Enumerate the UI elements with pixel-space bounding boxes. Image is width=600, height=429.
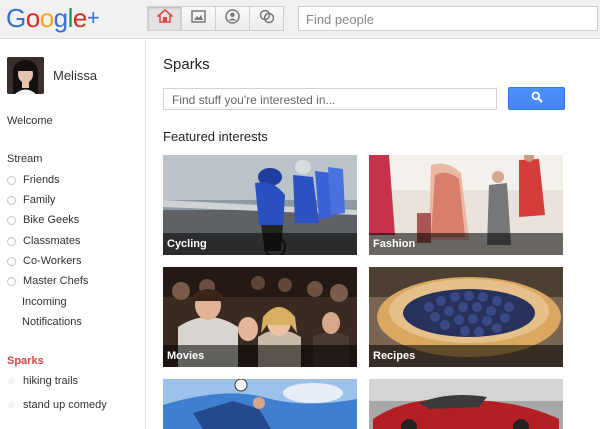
sparks-search-placeholder: Find stuff you're interested in... <box>172 93 336 107</box>
interest-tile-fashion[interactable]: Fashion <box>369 155 563 255</box>
main-content: Sparks Find stuff you're interested in..… <box>147 40 600 429</box>
sparks-search-button[interactable] <box>508 87 565 110</box>
user-name[interactable]: Melissa <box>53 68 97 83</box>
circle-icon <box>7 236 16 246</box>
circle-icon <box>7 215 16 225</box>
spark-stand-up-comedy[interactable]: ☆ stand up comedy <box>7 399 107 411</box>
circle-icon <box>7 195 16 205</box>
spark-label: stand up comedy <box>23 399 107 411</box>
interest-tile-movies[interactable]: Movies <box>163 267 357 367</box>
circle-label: Family <box>23 194 56 206</box>
photos-nav-button[interactable] <box>181 6 216 31</box>
incoming-link[interactable]: Incoming <box>22 296 67 308</box>
page-title: Sparks <box>163 56 210 73</box>
find-people-placeholder: Find people <box>306 12 374 27</box>
stream-link[interactable]: Stream <box>7 153 42 165</box>
circle-icon <box>7 276 16 286</box>
tile-label: Movies <box>163 345 357 367</box>
spark-hiking-trails[interactable]: ☆ hiking trails <box>7 375 78 387</box>
circle-label: Bike Geeks <box>23 214 80 226</box>
sparks-link[interactable]: Sparks <box>7 355 44 367</box>
profile-nav-button[interactable] <box>215 6 250 31</box>
tile-label: Fashion <box>369 233 563 255</box>
soccer-image <box>163 379 357 429</box>
cars-image <box>369 379 563 429</box>
circles-icon <box>259 9 275 29</box>
star-icon: ☆ <box>7 375 16 386</box>
interest-tile-cycling[interactable]: Cycling <box>163 155 357 255</box>
interest-tile-recipes[interactable]: Recipes <box>369 267 563 367</box>
interest-tile-cars[interactable] <box>369 379 563 429</box>
photos-icon <box>191 9 206 28</box>
tile-label: Cycling <box>163 233 357 255</box>
home-icon <box>155 9 174 28</box>
find-people-input[interactable]: Find people <box>298 6 598 31</box>
sparks-search-input[interactable]: Find stuff you're interested in... <box>163 88 497 110</box>
circle-label: Classmates <box>23 235 81 247</box>
avatar[interactable] <box>7 57 44 94</box>
circle-label: Master Chefs <box>23 275 89 287</box>
google-plus-logo[interactable]: Google+ <box>6 4 100 32</box>
circles-nav-button[interactable] <box>249 6 284 31</box>
circle-master-chefs[interactable]: Master Chefs <box>7 275 88 287</box>
star-icon: ☆ <box>7 399 16 410</box>
sidebar: Melissa Welcome Stream Friends Family Bi… <box>0 40 146 429</box>
welcome-link[interactable]: Welcome <box>7 115 53 127</box>
tile-label: Recipes <box>369 345 563 367</box>
profile-card[interactable]: Melissa <box>7 57 97 94</box>
featured-interests-title: Featured interests <box>163 129 268 144</box>
profile-icon <box>225 8 240 29</box>
circle-family[interactable]: Family <box>7 194 55 206</box>
circle-bike-geeks[interactable]: Bike Geeks <box>7 214 79 226</box>
home-nav-button[interactable] <box>147 6 182 31</box>
circle-label: Co-Workers <box>23 255 82 267</box>
spark-label: hiking trails <box>23 375 79 387</box>
circle-label: Friends <box>23 174 60 186</box>
top-bar: Google+ Find people <box>0 0 600 39</box>
circle-icon <box>7 256 16 266</box>
notifications-link[interactable]: Notifications <box>22 316 82 328</box>
interest-tile-soccer[interactable] <box>163 379 357 429</box>
circle-classmates[interactable]: Classmates <box>7 235 80 247</box>
circle-friends[interactable]: Friends <box>7 174 60 186</box>
circle-icon <box>7 175 16 185</box>
circle-co-workers[interactable]: Co-Workers <box>7 255 81 267</box>
search-icon <box>531 90 543 108</box>
main-nav <box>147 6 284 31</box>
